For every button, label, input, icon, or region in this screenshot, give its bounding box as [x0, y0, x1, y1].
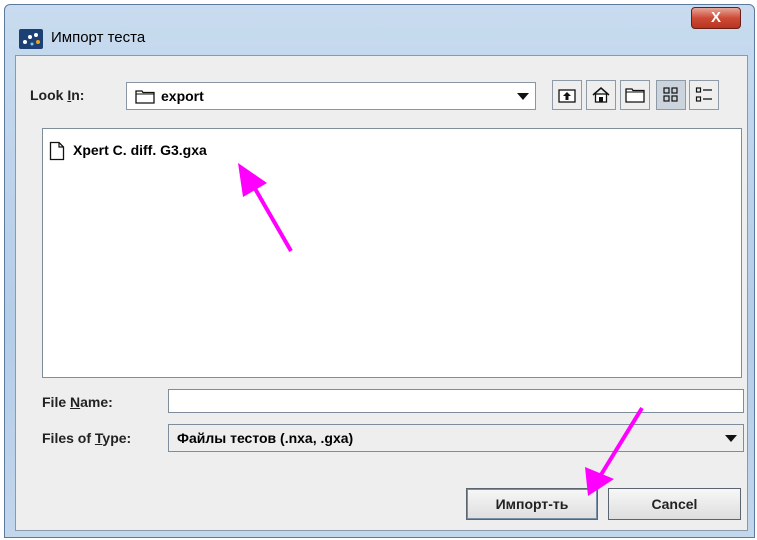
home-icon	[592, 87, 610, 103]
folder-icon	[135, 90, 155, 104]
dialog-content: Look In: export Xpert C. diff. G3.gxa Fi…	[15, 55, 748, 531]
file-name-label: File Name:	[42, 394, 113, 410]
up-one-level-icon	[558, 89, 576, 103]
app-icon	[19, 29, 43, 49]
file-list[interactable]: Xpert C. diff. G3.gxa	[42, 128, 742, 378]
import-test-dialog: Импорт теста X Look In: export Xpert C. …	[4, 4, 755, 538]
file-name-input[interactable]	[168, 389, 744, 413]
look-in-label: Look In:	[30, 87, 85, 103]
file-name: Xpert C. diff. G3.gxa	[73, 142, 207, 158]
up-one-level-button[interactable]	[552, 80, 582, 110]
window-title: Импорт теста	[51, 29, 146, 46]
new-folder-icon	[625, 88, 645, 103]
file-type-label: Files of Type:	[42, 430, 132, 446]
list-view-button[interactable]	[656, 80, 686, 110]
title-bar[interactable]: Импорт теста X	[5, 5, 754, 55]
close-button[interactable]: X	[691, 7, 741, 29]
new-folder-button[interactable]	[620, 80, 650, 110]
home-button[interactable]	[586, 80, 616, 110]
file-type-combo[interactable]: Файлы тестов (.nxa, .gxa)	[168, 424, 744, 452]
list-view-icon	[663, 87, 678, 102]
document-icon	[49, 141, 65, 161]
chevron-down-icon	[725, 435, 737, 442]
look-in-value: export	[161, 88, 204, 104]
details-view-icon	[695, 87, 712, 102]
close-icon: X	[710, 9, 721, 26]
look-in-combo[interactable]: export	[126, 82, 536, 110]
file-type-value: Файлы тестов (.nxa, .gxa)	[177, 430, 354, 446]
import-button[interactable]: Импорт-ть	[466, 488, 598, 520]
details-view-button[interactable]	[689, 80, 719, 110]
chevron-down-icon	[517, 93, 529, 100]
cancel-button[interactable]: Cancel	[608, 488, 741, 520]
